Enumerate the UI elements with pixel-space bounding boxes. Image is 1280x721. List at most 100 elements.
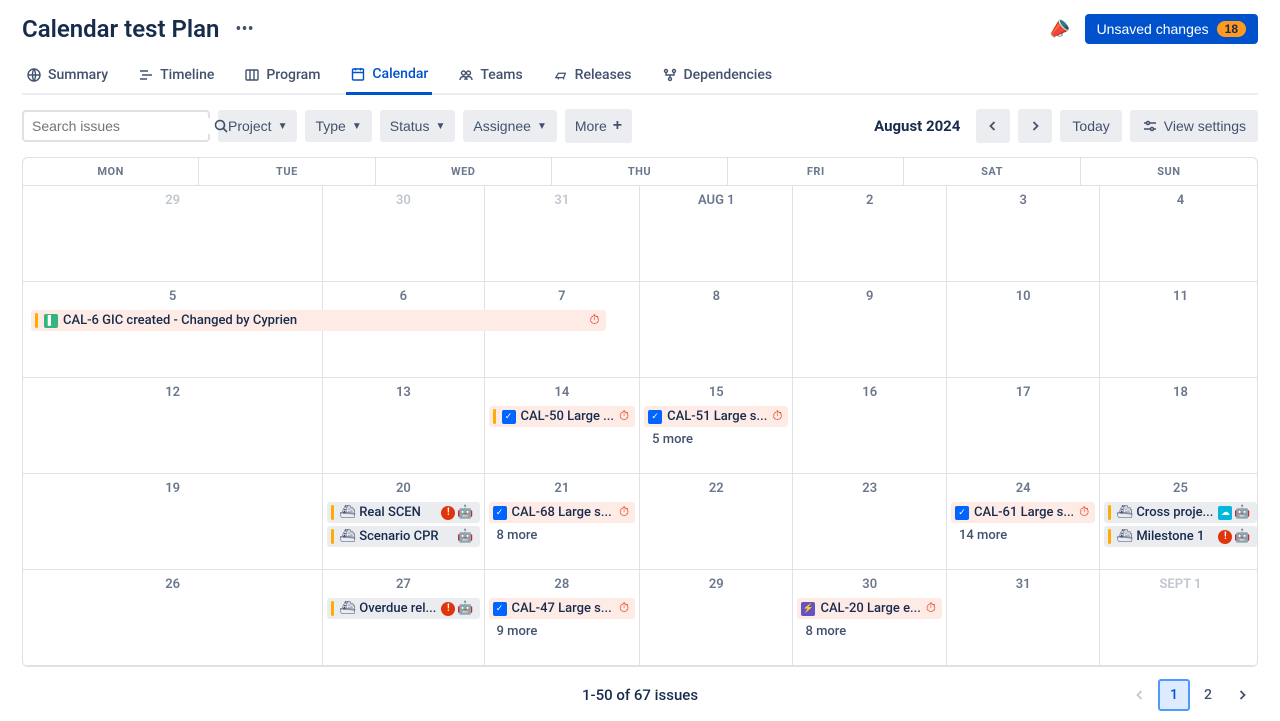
task-icon: ✓ [493,602,507,616]
page-next[interactable] [1226,679,1258,711]
calendar-cell[interactable]: 24 ✓ CAL-61 Large s... ⏱ 14 more [947,474,1100,570]
calendar-cell[interactable]: 2 [793,186,947,282]
calendar-cell[interactable]: 11 [1100,282,1258,378]
cell-date: AUG 1 [640,190,792,214]
cell-date: 29 [640,574,792,598]
calendar-event[interactable]: ✓ CAL-51 Large s... ⏱ [644,406,788,427]
cell-date: 29 [23,190,322,214]
overdue-icon: ⏱ [589,313,599,328]
calendar-event[interactable]: ⛴ Cross proje... ☁🤖 [1104,502,1256,523]
calendar-cell[interactable]: 31 [485,186,641,282]
calendar-cell[interactable]: 12 [23,378,323,474]
view-settings-button[interactable]: View settings [1130,110,1258,142]
calendar-cell[interactable]: 20 ⛴ Real SCEN !🤖 ⛴ Scenario CPR 🤖 [323,474,484,570]
search-input-wrapper[interactable] [22,110,210,142]
event-bar [35,313,38,328]
calendar-cell[interactable]: 26 [23,570,323,666]
today-button[interactable]: Today [1060,110,1121,142]
calendar-event[interactable]: ⛴ Milestone 1 !🤖 [1104,526,1256,547]
calendar-cell[interactable]: 22 [640,474,793,570]
tab-teams[interactable]: Teams [454,58,526,95]
calendar-cell[interactable]: 8 [640,282,793,378]
tab-dependencies[interactable]: Dependencies [658,58,777,95]
event-label: Overdue rel... [359,601,436,616]
calendar-event[interactable]: ✓ CAL-47 Large s... ⏱ [489,598,636,619]
calendar-cell[interactable]: 18 [1100,378,1258,474]
calendar-cell[interactable]: SEPT 1 [1100,570,1258,666]
globe-icon [26,67,42,83]
filter-type[interactable]: Type▼ [305,110,371,142]
avatar-icon: 🤖 [1234,505,1250,520]
calendar-cell[interactable]: 16 [793,378,947,474]
calendar-cell[interactable]: 29 [640,570,793,666]
filter-project[interactable]: Project▼ [218,110,297,142]
calendar-cell[interactable]: 30 ⚡ CAL-20 Large e... ⏱ 8 more [793,570,947,666]
more-events-link[interactable]: 8 more [797,622,942,641]
search-input[interactable] [32,118,213,134]
cell-date: 3 [947,190,1099,214]
calendar-event[interactable]: ⛴ Overdue rel... !🤖 [327,598,479,619]
calendar-event[interactable]: ✓ CAL-61 Large s... ⏱ [951,502,1095,523]
calendar-cell[interactable]: 28 ✓ CAL-47 Large s... ⏱ 9 more [485,570,641,666]
tab-summary[interactable]: Summary [22,58,112,95]
calendar-event[interactable]: ⛴ Real SCEN !🤖 [327,502,479,523]
megaphone-icon[interactable]: 📣 [1045,15,1073,42]
calendar-cell[interactable]: 4 [1100,186,1258,282]
tab-program[interactable]: Program [240,58,324,95]
day-header: WED [376,158,552,186]
overdue-icon: ⏱ [772,409,782,424]
calendar-cell[interactable]: 13 [323,378,484,474]
more-events-link[interactable]: 9 more [489,622,636,641]
calendar-cell[interactable]: 29 [23,186,323,282]
event-bar [493,409,496,424]
cell-date: 28 [485,574,640,598]
calendar-cell[interactable]: 21 ✓ CAL-68 Large s... ⏱ 8 more [485,474,641,570]
calendar-cell[interactable]: 23 [793,474,947,570]
calendar-icon [350,66,366,82]
filter-label: Status [390,118,430,134]
event-label: Scenario CPR [359,529,452,544]
cell-date: 10 [947,286,1099,310]
page-1[interactable]: 1 [1158,679,1190,711]
calendar-cell[interactable]: 9 [793,282,947,378]
avatar-icon: 🤖 [457,505,473,520]
more-events-link[interactable]: 8 more [489,526,636,545]
event-label: CAL-20 Large e... [820,601,920,616]
more-actions-icon[interactable]: ••• [231,15,257,44]
cell-date: 25 [1100,478,1258,502]
calendar-cell[interactable]: 10 [947,282,1100,378]
calendar-cell[interactable]: 14 ✓ CAL-50 Large ... ⏱ [485,378,641,474]
calendar-cell[interactable]: 3 [947,186,1100,282]
calendar-cell[interactable]: 5 ▌ CAL-6 GIC created - Changed by Cypri… [23,282,323,378]
filter-status[interactable]: Status▼ [380,110,456,142]
calendar-event[interactable]: ▌ CAL-6 GIC created - Changed by Cyprien… [31,310,606,331]
calendar-cell[interactable]: 27 ⛴ Overdue rel... !🤖 [323,570,484,666]
calendar-cell[interactable]: 31 [947,570,1100,666]
page-2[interactable]: 2 [1192,679,1224,711]
event-label: CAL-6 GIC created - Changed by Cyprien [63,313,584,328]
calendar-event[interactable]: ⚡ CAL-20 Large e... ⏱ [797,598,942,619]
unsaved-changes-button[interactable]: Unsaved changes 18 [1085,14,1258,44]
tab-timeline[interactable]: Timeline [134,58,218,95]
calendar-cell[interactable]: 19 [23,474,323,570]
next-month-button[interactable] [1018,109,1052,143]
filter-assignee[interactable]: Assignee▼ [463,110,557,142]
cell-date: 14 [485,382,640,406]
calendar-event[interactable]: ✓ CAL-68 Large s... ⏱ [489,502,636,523]
tab-releases[interactable]: Releases [549,58,636,95]
overdue-icon: ⏱ [619,505,629,520]
tab-label: Teams [480,67,522,83]
more-events-link[interactable]: 5 more [644,430,788,449]
calendar-cell[interactable]: 15 ✓ CAL-51 Large s... ⏱ 5 more [640,378,793,474]
more-events-link[interactable]: 14 more [951,526,1095,545]
tab-calendar[interactable]: Calendar [346,58,432,95]
calendar-cell[interactable]: 30 [323,186,484,282]
unsaved-changes-label: Unsaved changes [1097,21,1209,37]
calendar-event[interactable]: ✓ CAL-50 Large ... ⏱ [489,406,636,427]
calendar-event[interactable]: ⛴ Scenario CPR 🤖 [327,526,479,547]
filter-more[interactable]: More+ [565,109,632,143]
calendar-cell[interactable]: AUG 1 [640,186,793,282]
calendar-cell[interactable]: 17 [947,378,1100,474]
calendar-cell[interactable]: 25 ⛴ Cross proje... ☁🤖 ⛴ Milestone 1 !🤖 [1100,474,1258,570]
prev-month-button[interactable] [976,109,1010,143]
